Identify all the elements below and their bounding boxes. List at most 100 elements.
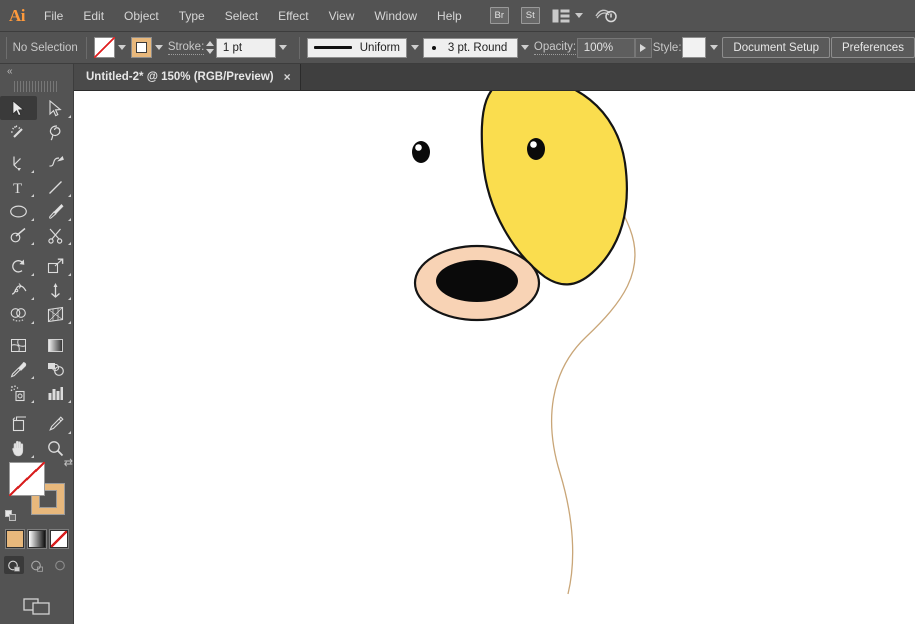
graphic-style-swatch[interactable] xyxy=(682,37,706,58)
menu-object[interactable]: Object xyxy=(114,5,169,27)
preferences-button[interactable]: Preferences xyxy=(831,37,915,58)
search-adobe-stock-icon[interactable] xyxy=(595,7,617,25)
paintbrush-tool[interactable] xyxy=(37,199,74,223)
column-graph-tool[interactable] xyxy=(37,381,74,405)
brush-definition-dropdown-icon[interactable] xyxy=(518,38,533,58)
opacity-label[interactable]: Opacity: xyxy=(534,41,576,55)
document-tab-untitled-2[interactable]: Untitled-2* @ 150% (RGB/Preview) × xyxy=(74,64,301,90)
symbol-sprayer-tool[interactable] xyxy=(0,381,37,405)
tool-more-indicator-icon xyxy=(68,194,71,197)
shaper-tool[interactable] xyxy=(0,223,37,247)
mesh-tool[interactable] xyxy=(0,333,37,357)
opacity-panel-arrow-icon[interactable] xyxy=(635,38,652,58)
scissors-tool[interactable] xyxy=(37,223,74,247)
draw-normal-mode-button[interactable] xyxy=(4,556,24,574)
curvature-tool[interactable] xyxy=(37,151,74,175)
stroke-weight-input[interactable]: 1 pt xyxy=(216,38,276,58)
menu-help[interactable]: Help xyxy=(427,5,472,27)
perspective-grid-tool[interactable] xyxy=(37,302,74,326)
color-mode-buttons xyxy=(0,530,74,548)
draw-behind-mode-button[interactable] xyxy=(27,556,47,574)
tool-more-indicator-icon xyxy=(31,297,34,300)
tools-panel-grip[interactable] xyxy=(14,81,59,92)
tool-more-indicator-icon xyxy=(31,455,34,458)
lasso-tool[interactable] xyxy=(37,120,74,144)
stroke-color-swatch[interactable] xyxy=(131,37,152,58)
hand-tool[interactable] xyxy=(0,436,37,460)
uniform-profile-icon xyxy=(314,46,352,49)
pen-tool[interactable] xyxy=(0,151,37,175)
selection-tool[interactable] xyxy=(0,96,37,120)
tool-more-indicator-icon xyxy=(31,218,34,221)
menu-effect[interactable]: Effect xyxy=(268,5,318,27)
tool-more-indicator-icon xyxy=(31,321,34,324)
tool-more-indicator-icon xyxy=(68,321,71,324)
tool-more-indicator-icon xyxy=(68,242,71,245)
artboard-tool[interactable] xyxy=(0,412,37,436)
menu-edit[interactable]: Edit xyxy=(73,5,114,27)
draw-inside-mode-button[interactable] xyxy=(50,556,70,574)
stroke-profile-select[interactable]: Uniform xyxy=(307,38,407,58)
bridge-button[interactable]: Br xyxy=(490,7,509,24)
slice-tool[interactable] xyxy=(37,412,74,436)
tools-grid: T xyxy=(0,96,73,460)
color-swatch-button[interactable] xyxy=(6,530,24,548)
left-eye-shape[interactable] xyxy=(412,141,430,163)
ellipse-tool[interactable] xyxy=(0,199,37,223)
selection-status-label: No Selection xyxy=(13,42,78,54)
menu-bar: Ai File Edit Object Type Select Effect V… xyxy=(0,0,915,32)
gradient-tool[interactable] xyxy=(37,333,74,357)
workspace-icon xyxy=(552,9,570,23)
control-bar-grip[interactable] xyxy=(6,37,7,59)
round-brush-icon xyxy=(432,46,436,50)
eyedropper-tool[interactable] xyxy=(0,357,37,381)
fill-swatch-dropdown-icon[interactable] xyxy=(115,38,130,58)
line-segment-tool[interactable] xyxy=(37,175,74,199)
ai-logo-icon: Ai xyxy=(0,0,34,32)
brush-definition-select[interactable]: 3 pt. Round xyxy=(423,38,518,58)
stroke-profile-value: Uniform xyxy=(360,42,400,54)
none-swatch-button[interactable] xyxy=(50,530,68,548)
fill-color-swatch[interactable] xyxy=(94,37,115,58)
tool-more-indicator-icon xyxy=(68,297,71,300)
menu-window[interactable]: Window xyxy=(364,5,427,27)
close-icon[interactable]: × xyxy=(284,71,291,83)
canvas-artboard[interactable] xyxy=(74,91,915,624)
tool-more-indicator-icon xyxy=(68,218,71,221)
rotate-tool[interactable] xyxy=(0,254,37,278)
stroke-weight-dropdown-icon[interactable] xyxy=(276,38,291,58)
stroke-swatch-dropdown-icon[interactable] xyxy=(152,38,167,58)
stock-button[interactable]: St xyxy=(521,7,540,24)
blend-tool[interactable] xyxy=(37,357,74,381)
shape-builder-tool[interactable] xyxy=(0,302,37,326)
swap-fill-stroke-icon[interactable]: ⇄ xyxy=(64,456,73,469)
tool-more-indicator-icon xyxy=(31,400,34,403)
document-setup-button[interactable]: Document Setup xyxy=(722,37,830,58)
tool-more-indicator-icon xyxy=(68,400,71,403)
opacity-input[interactable]: 100% xyxy=(577,38,635,58)
magic-wand-tool[interactable] xyxy=(0,120,37,144)
stroke-profile-dropdown-icon[interactable] xyxy=(407,38,422,58)
stroke-weight-label[interactable]: Stroke: xyxy=(168,41,204,55)
scale-tool[interactable] xyxy=(37,254,74,278)
double-chevron-left-icon[interactable]: « xyxy=(7,66,12,77)
change-screen-mode-button[interactable] xyxy=(20,594,54,618)
right-eye-shape[interactable] xyxy=(527,138,545,160)
tool-more-indicator-icon xyxy=(68,273,71,276)
gradient-swatch-button[interactable] xyxy=(28,530,46,548)
nostril-shape[interactable] xyxy=(436,260,518,302)
width-tool[interactable] xyxy=(0,278,37,302)
direct-selection-tool[interactable] xyxy=(37,96,74,120)
menu-select[interactable]: Select xyxy=(215,5,268,27)
menu-file[interactable]: File xyxy=(34,5,73,27)
workspace-switcher-button[interactable] xyxy=(552,9,583,23)
free-transform-tool[interactable] xyxy=(37,278,74,302)
default-fill-stroke-icon[interactable] xyxy=(5,510,17,522)
menu-view[interactable]: View xyxy=(319,5,365,27)
document-tab-title: Untitled-2* @ 150% (RGB/Preview) xyxy=(86,71,274,83)
menu-type[interactable]: Type xyxy=(169,5,215,27)
stroke-weight-stepper[interactable] xyxy=(205,38,216,58)
graphic-style-dropdown-icon[interactable] xyxy=(706,38,721,58)
fill-color-indicator[interactable] xyxy=(9,462,45,496)
type-tool[interactable]: T xyxy=(0,175,37,199)
